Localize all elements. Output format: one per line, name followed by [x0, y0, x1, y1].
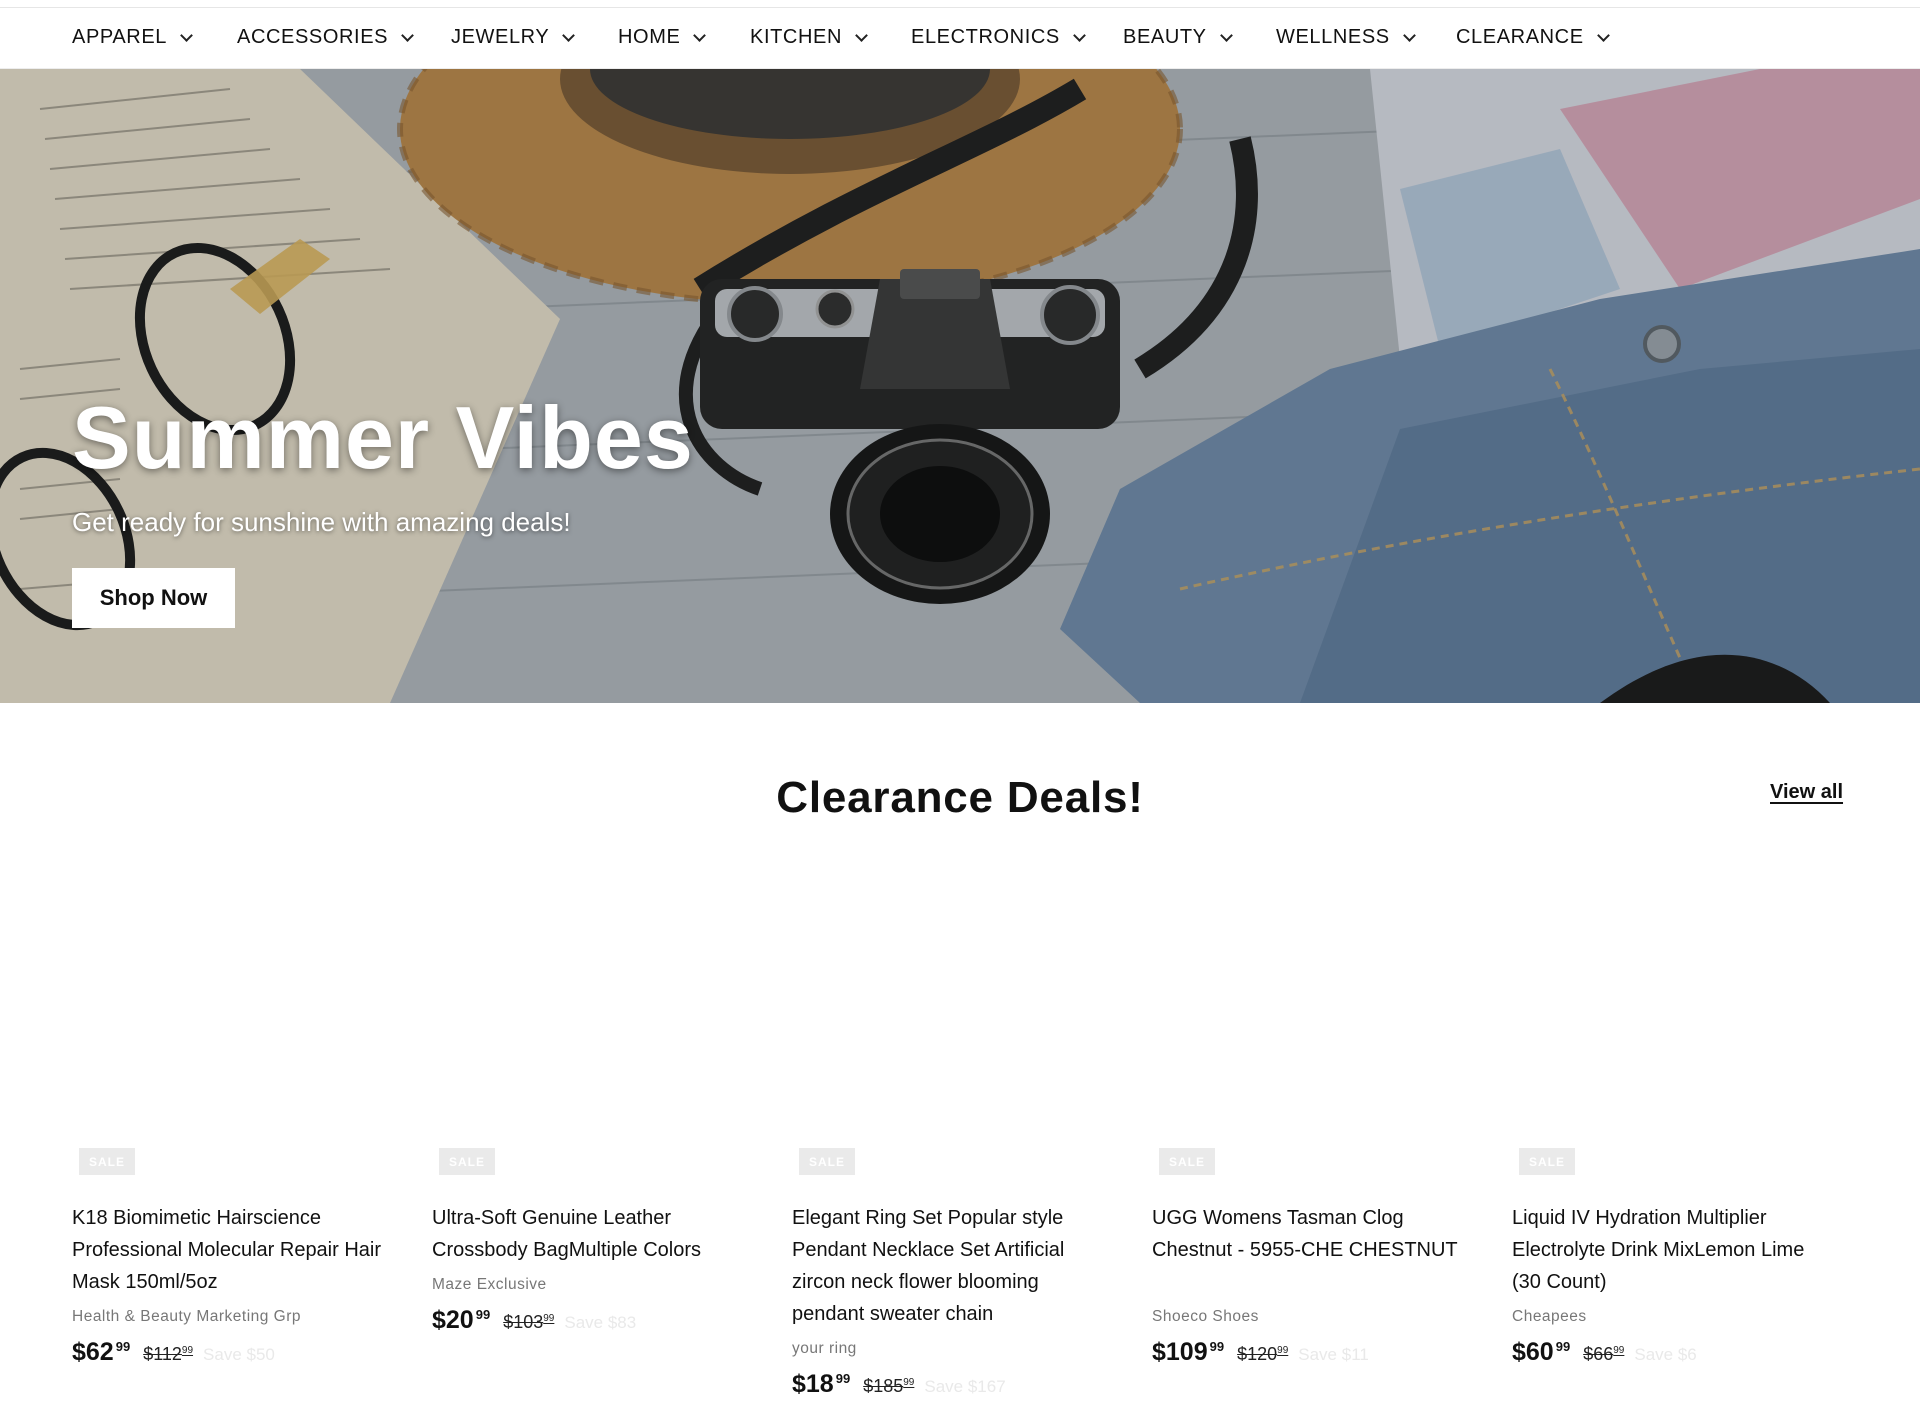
hero-title: Summer Vibes: [72, 388, 694, 487]
save-amount: Save $83: [564, 1313, 637, 1332]
price-row: $20 99 $10399 Save $83: [432, 1306, 636, 1335]
price-row: $62 99 $11299 Save $50: [72, 1338, 275, 1367]
chevron-down-icon: [1596, 28, 1610, 42]
product-image[interactable]: [72, 880, 392, 1148]
section-title: Clearance Deals!: [776, 773, 1144, 822]
save-amount: Save $6: [1634, 1345, 1697, 1364]
nav-item-clearance[interactable]: CLEARANCE: [1456, 26, 1610, 49]
save-amount: Save $11: [1298, 1345, 1369, 1364]
nav-item-label: ACCESSORIES: [237, 26, 389, 48]
compare-price: $6699: [1583, 1344, 1625, 1364]
nav-item-kitchen[interactable]: KITCHEN: [750, 26, 868, 49]
compare-price: $18599: [863, 1376, 915, 1396]
product-image[interactable]: [792, 880, 1112, 1148]
hero-banner: Summer Vibes Get ready for sunshine with…: [0, 69, 1920, 703]
nav-item-label: HOME: [618, 26, 681, 48]
nav-item-wellness[interactable]: WELLNESS: [1276, 26, 1416, 49]
sale-badge: SALE: [799, 1148, 856, 1175]
nav-item-beauty[interactable]: BEAUTY: [1123, 26, 1233, 49]
chevron-down-icon: [1402, 28, 1416, 42]
hero-subtitle: Get ready for sunshine with amazing deal…: [72, 507, 571, 537]
nav-item-label: KITCHEN: [750, 26, 842, 48]
sale-price: $20 99: [432, 1306, 491, 1334]
nav-item-label: ELECTRONICS: [911, 26, 1060, 48]
main-navigation: APPAREL ACCESSORIES JEWELRY HOME KITCHEN…: [0, 8, 1920, 69]
view-all-link[interactable]: View all: [1770, 781, 1843, 804]
price-row: $109 99 $12099 Save $11: [1152, 1338, 1369, 1367]
product-title[interactable]: Ultra-Soft Genuine Leather Crossbody Bag…: [432, 1202, 742, 1266]
sale-badge: SALE: [439, 1148, 496, 1175]
nav-item-label: JEWELRY: [451, 26, 550, 48]
product-image[interactable]: [1512, 880, 1832, 1148]
chevron-down-icon: [401, 28, 414, 42]
compare-price: $11299: [143, 1344, 194, 1364]
sale-price: $18 99: [792, 1370, 851, 1398]
sale-badge: SALE: [79, 1148, 136, 1175]
product-image[interactable]: [432, 880, 752, 1148]
nav-item-label: APPAREL: [72, 26, 167, 48]
nav-item-home[interactable]: HOME: [618, 26, 707, 49]
product-image[interactable]: [1152, 880, 1472, 1148]
product-title[interactable]: UGG Womens Tasman Clog Chestnut - 5955-C…: [1152, 1202, 1462, 1266]
compare-price: $12099: [1237, 1344, 1289, 1364]
product-vendor: Cheapees: [1512, 1308, 1587, 1325]
product-title[interactable]: K18 Biomimetic Hairscience Professional …: [72, 1202, 382, 1298]
sale-price: $62 99: [72, 1338, 131, 1366]
hero-overlay: [0, 69, 1920, 703]
nav-item-jewelry[interactable]: JEWELRY: [451, 26, 576, 49]
price-row: $60 99 $6699 Save $6: [1512, 1338, 1697, 1367]
price-row: $18 99 $18599 Save $167: [792, 1370, 1006, 1399]
chevron-down-icon: [180, 28, 193, 42]
product-vendor: your ring: [792, 1340, 857, 1357]
product-title[interactable]: Liquid IV Hydration Multiplier Electroly…: [1512, 1202, 1822, 1298]
nav-item-apparel[interactable]: APPAREL: [72, 26, 193, 49]
chevron-down-icon: [1072, 28, 1086, 42]
chevron-down-icon: [562, 28, 576, 42]
save-amount: Save $50: [203, 1345, 275, 1364]
sale-badge: SALE: [1519, 1148, 1576, 1175]
nav-item-label: WELLNESS: [1276, 26, 1390, 48]
nav-item-label: BEAUTY: [1123, 26, 1207, 48]
shop-now-button[interactable]: Shop Now: [72, 568, 235, 628]
compare-price: $10399: [503, 1312, 555, 1332]
product-vendor: Health & Beauty Marketing Grp: [72, 1308, 302, 1325]
product-vendor: Maze Exclusive: [432, 1276, 547, 1293]
nav-item-accessories[interactable]: ACCESSORIES: [237, 26, 414, 49]
chevron-down-icon: [693, 28, 707, 42]
nav-item-electronics[interactable]: ELECTRONICS: [911, 26, 1086, 49]
product-title[interactable]: Elegant Ring Set Popular style Pendant N…: [792, 1202, 1102, 1330]
chevron-down-icon: [1219, 28, 1233, 42]
nav-item-label: CLEARANCE: [1456, 26, 1584, 48]
sale-badge: SALE: [1159, 1148, 1216, 1175]
product-vendor: Shoeco Shoes: [1152, 1308, 1259, 1325]
chevron-down-icon: [855, 28, 868, 42]
sale-price: $60 99: [1512, 1338, 1571, 1366]
save-amount: Save $167: [924, 1377, 1006, 1396]
sale-price: $109 99: [1152, 1338, 1225, 1366]
